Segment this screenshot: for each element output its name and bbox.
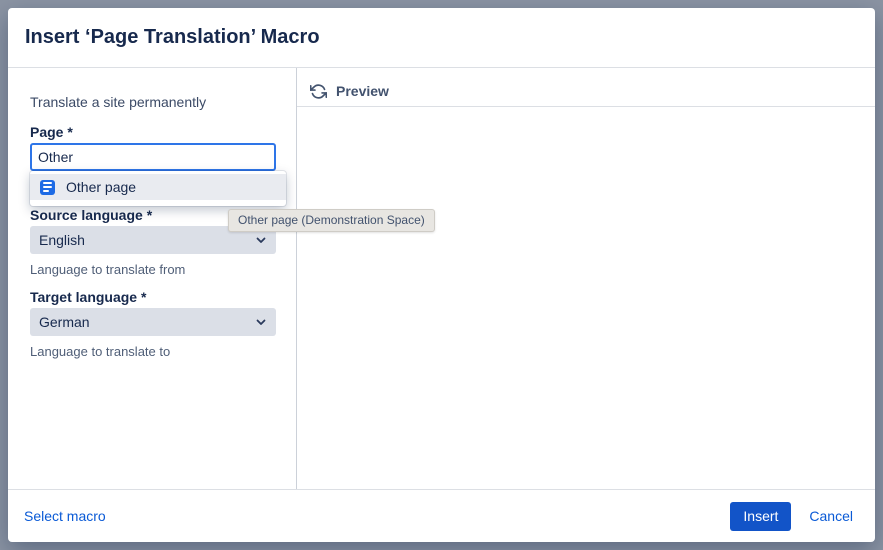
target-language-value: German [39,314,90,330]
preview-panel: Preview [297,68,875,489]
chevron-down-icon [256,237,266,244]
preview-content [297,107,875,489]
dialog-title: Insert ‘Page Translation’ Macro [25,26,320,49]
target-language-help: Language to translate to [30,344,275,359]
insert-button[interactable]: Insert [730,502,791,531]
chevron-down-icon [256,319,266,326]
autocomplete-item-label: Other page [66,179,136,195]
source-language-help: Language to translate from [30,262,275,277]
refresh-icon[interactable] [310,83,327,100]
dialog-footer: Select macro Insert Cancel [8,489,875,542]
target-language-select[interactable]: German [30,308,276,336]
page-input[interactable] [30,143,276,171]
page-field-label: Page * [30,124,275,140]
cancel-link[interactable]: Cancel [809,508,853,524]
macro-form-panel: Translate a site permanently Page * Sour… [8,68,297,489]
page-autocomplete-dropdown: Other page [30,171,286,206]
insert-macro-dialog: Insert ‘Page Translation’ Macro Translat… [8,8,875,542]
page-icon [40,180,55,195]
page-tooltip: Other page (Demonstration Space) [228,209,435,232]
dialog-header: Insert ‘Page Translation’ Macro [8,8,875,68]
dialog-body: Translate a site permanently Page * Sour… [8,68,875,489]
select-macro-link[interactable]: Select macro [24,508,106,524]
preview-title: Preview [336,83,389,99]
target-language-label: Target language * [30,289,275,305]
modal-blanket: Insert ‘Page Translation’ Macro Translat… [0,0,883,550]
autocomplete-item-other-page[interactable]: Other page [30,174,286,200]
preview-header: Preview [297,68,875,107]
macro-description: Translate a site permanently [30,94,275,110]
footer-actions: Insert Cancel [730,502,853,531]
source-language-value: English [39,232,85,248]
